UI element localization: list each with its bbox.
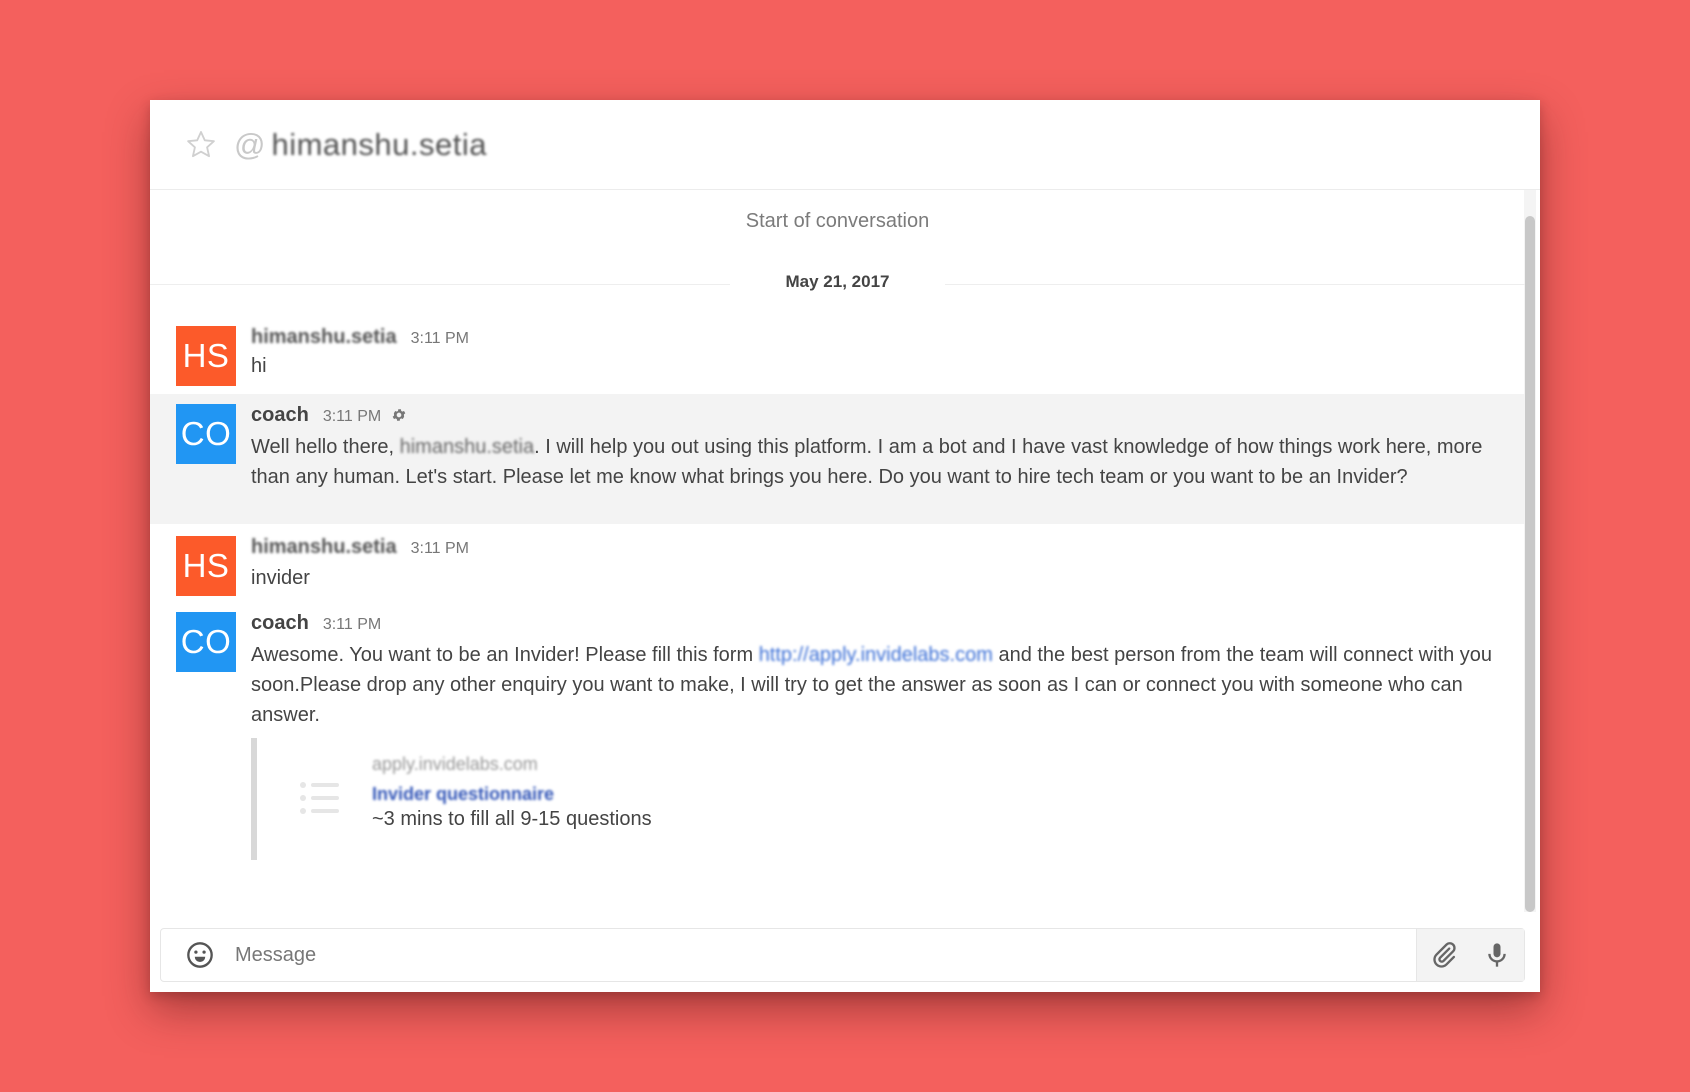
preview-description: ~3 mins to fill all 9-15 questions (372, 808, 652, 830)
message-text: invider (251, 567, 310, 589)
message-author[interactable]: himanshu.setia (251, 326, 397, 349)
message-input[interactable] (235, 943, 1416, 967)
avatar[interactable]: CO (176, 404, 236, 464)
message-item: HS himanshu.setia 3:11 PM hi (150, 320, 1525, 386)
message-item: CO coach 3:11 PM Well hello there, himan… (150, 394, 1525, 524)
avatar[interactable]: HS (176, 326, 236, 386)
message-item: HS himanshu.setia 3:11 PM invider (150, 526, 1525, 596)
preview-title[interactable]: Invider questionnaire (372, 784, 554, 805)
conversation-start-label: Start of conversation (745, 210, 930, 232)
message-author[interactable]: coach (251, 404, 309, 427)
at-sign: @ (234, 126, 266, 162)
message-time: 3:11 PM (410, 540, 470, 557)
list-icon (300, 782, 339, 814)
message-text: hi (251, 355, 267, 377)
message-header: himanshu.setia 3:11 PM (251, 326, 469, 349)
message-text: Well hello there, himanshu.setia. I will… (251, 436, 1483, 488)
message-list[interactable]: Start of conversation May 21, 2017 HS hi… (150, 190, 1540, 912)
room-header: @ himanshu.setia (150, 100, 1540, 190)
redacted-name: himanshu.setia (399, 436, 535, 458)
composer-actions (1416, 929, 1524, 981)
star-icon[interactable] (184, 128, 218, 162)
message-item: CO coach 3:11 PM Awesome. You want to be… (150, 602, 1525, 902)
avatar[interactable]: CO (176, 612, 236, 672)
message-author[interactable]: himanshu.setia (251, 536, 397, 559)
link-preview[interactable]: apply.invidelabs.com Invider questionnai… (251, 738, 1151, 860)
message-author[interactable]: coach (251, 612, 309, 635)
message-time: 3:11 PM (322, 616, 382, 633)
avatar[interactable]: HS (176, 536, 236, 596)
message-header: coach 3:11 PM (251, 612, 381, 635)
emoji-icon[interactable] (186, 941, 214, 969)
paperclip-icon[interactable] (1430, 941, 1458, 969)
message-time: 3:11 PM (410, 330, 470, 347)
form-link[interactable]: http://apply.invidelabs.com (759, 644, 993, 666)
room-title: himanshu.setia (271, 126, 487, 162)
microphone-icon[interactable] (1483, 941, 1511, 969)
scrollbar-thumb[interactable] (1525, 216, 1535, 912)
date-label: May 21, 2017 (730, 272, 945, 292)
chat-window: @ himanshu.setia Start of conversation M… (150, 100, 1540, 992)
gear-icon (392, 409, 406, 421)
message-header: coach 3:11 PM (251, 404, 407, 427)
message-header: himanshu.setia 3:11 PM (251, 536, 469, 559)
message-composer (160, 928, 1525, 982)
message-text: Awesome. You want to be an Invider! Plea… (251, 644, 1493, 726)
preview-host: apply.invidelabs.com (372, 754, 538, 774)
message-time: 3:11 PM (322, 408, 382, 425)
